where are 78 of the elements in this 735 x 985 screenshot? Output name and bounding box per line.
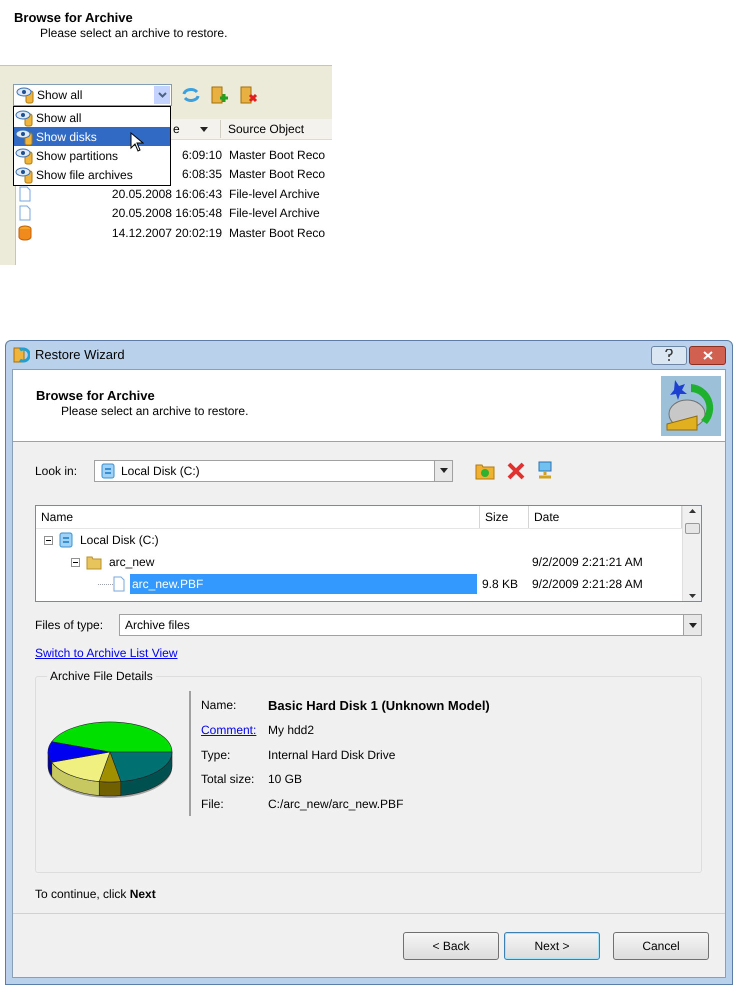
- column-header[interactable]: Source Object: [221, 120, 304, 138]
- menu-item[interactable]: Show partitions: [14, 146, 170, 165]
- continue-hint: To continue, click Next: [35, 886, 157, 903]
- look-in-label: Look in:: [35, 462, 78, 480]
- source-cell-text: File-level Archive: [228, 186, 321, 203]
- help-button[interactable]: [651, 346, 687, 364]
- sort-arrow-icon[interactable]: [200, 126, 208, 132]
- add-archive-icon[interactable]: [210, 85, 230, 105]
- new-folder-icon[interactable]: [475, 462, 495, 480]
- field-value: 10 GB: [268, 771, 302, 788]
- switch-view-link[interactable]: Switch to Archive List View: [35, 644, 178, 662]
- date-cell-text: 6:08:35: [182, 166, 222, 184]
- scrollbar[interactable]: [682, 506, 701, 601]
- menu-item[interactable]: Show disks: [14, 127, 170, 146]
- scrollbar-thumb[interactable]: [684, 523, 700, 534]
- field-value: Basic Hard Disk 1 (Unknown Model): [268, 696, 490, 715]
- folder-icon: [86, 554, 102, 570]
- eye-disk-icon: [16, 86, 36, 104]
- file-icon: [19, 205, 31, 222]
- header-subtitle: Please select an archive to restore.: [60, 404, 250, 419]
- date-cell-text: 14.12.2007 20:02:19: [112, 224, 222, 242]
- eye-disk-icon: [15, 108, 35, 126]
- delete-icon[interactable]: [507, 462, 525, 480]
- field-value: Internal Hard Disk Drive: [268, 746, 396, 764]
- field-value: My hdd2: [268, 722, 314, 740]
- drive-icon: [101, 462, 115, 478]
- source-cell-text: Master Boot Reco: [228, 146, 326, 164]
- size-cell-text: 9.8 KB: [481, 576, 520, 593]
- date-cell-text: 6:09:10: [182, 146, 222, 164]
- wizard-button[interactable]: < Back: [403, 932, 499, 960]
- source-cell-text: File-level Archive: [228, 205, 321, 222]
- column-header[interactable]: e: [173, 120, 180, 138]
- wizard-app-icon: [12, 346, 30, 364]
- scroll-down-icon[interactable]: [688, 594, 696, 598]
- field-label-link[interactable]: Comment:: [201, 721, 268, 740]
- date-cell-text: 9/2/2009 2:21:21 AM: [531, 554, 643, 571]
- column-header[interactable]: Size: [480, 506, 529, 528]
- group-title: Archive File Details: [49, 668, 154, 685]
- remove-archive-icon[interactable]: [239, 85, 259, 105]
- look-in-dropdown[interactable]: Local Disk (C:): [94, 460, 453, 482]
- collapse-toggle-icon[interactable]: [71, 558, 80, 566]
- field-value: C:/arc_new/arc_new.PBF: [268, 796, 404, 814]
- source-cell-text: Master Boot Reco: [228, 166, 326, 184]
- field-label: Total size:: [201, 771, 256, 788]
- disk-icon: [18, 224, 32, 241]
- tree-item[interactable]: Local Disk (C:): [78, 530, 477, 550]
- close-button[interactable]: [689, 346, 726, 364]
- field-label: Name:: [201, 697, 238, 714]
- column-header[interactable]: Name: [36, 506, 480, 528]
- date-cell-text: 20.05.2008 16:06:43: [112, 186, 222, 203]
- tree-item[interactable]: arc_new: [107, 552, 477, 572]
- help-icon: [665, 349, 673, 361]
- drive-icon: [59, 532, 73, 548]
- wizard-button[interactable]: Next >: [504, 932, 600, 960]
- eye-disk-icon: [15, 166, 35, 184]
- scroll-up-icon[interactable]: [688, 509, 696, 513]
- filter-dropdown[interactable]: Show all: [13, 84, 172, 106]
- header-title: Browse for Archive: [14, 10, 134, 26]
- document-icon: [113, 576, 125, 592]
- network-computer-icon[interactable]: [537, 460, 553, 480]
- menu-item[interactable]: Show file archives: [14, 165, 170, 184]
- field-label: File:: [201, 796, 225, 814]
- file-type-label: Files of type:: [35, 617, 104, 634]
- menu-item[interactable]: Show all: [14, 108, 170, 127]
- header-subtitle: Please select an archive to restore.: [39, 26, 228, 41]
- header-title: Browse for Archive: [36, 388, 156, 404]
- field-label: Type:: [201, 746, 232, 764]
- close-icon: [702, 350, 712, 360]
- eye-disk-icon: [15, 128, 35, 146]
- source-cell-text: Master Boot Reco: [228, 224, 326, 242]
- date-cell-text: 9/2/2009 2:21:28 AM: [531, 576, 643, 593]
- eye-disk-icon: [15, 146, 35, 164]
- file-type-dropdown[interactable]: Archive files: [119, 614, 702, 636]
- date-cell-text: 20.05.2008 16:05:48: [112, 205, 222, 222]
- collapse-toggle-icon[interactable]: [44, 536, 53, 544]
- mouse-pointer-icon: [130, 132, 144, 152]
- window-title: Restore Wizard: [35, 346, 126, 364]
- wizard-button[interactable]: Cancel: [613, 932, 709, 960]
